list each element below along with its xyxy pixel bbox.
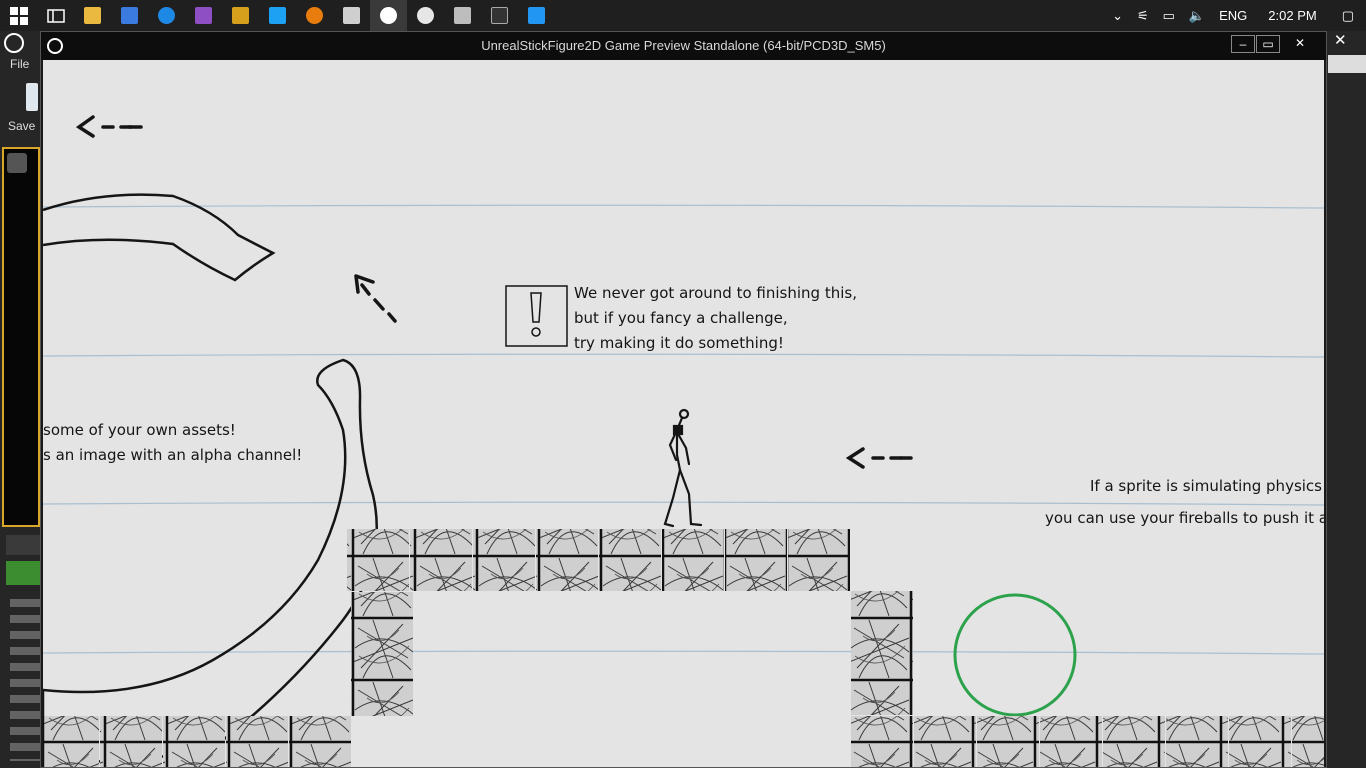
photos-icon (269, 7, 286, 24)
tile-block (788, 529, 850, 591)
unity-button[interactable] (333, 0, 370, 31)
editor-left-strip: File Save (0, 31, 41, 768)
unreal-editor-2-icon (417, 7, 434, 24)
task-view-icon (46, 8, 65, 23)
tile-block (851, 653, 913, 715)
sketch-icon (528, 7, 545, 24)
taskbar: ⌄ ⚟ ▭ 🔈 ENG 2:02 PM ▢ (0, 0, 1366, 31)
chevron-up-icon[interactable]: ⌄ (1112, 8, 1123, 24)
tile-block (914, 716, 976, 767)
tile-block (1229, 716, 1291, 767)
tile-block (1166, 716, 1228, 767)
unreal-editor-2-button[interactable] (407, 0, 444, 31)
language-indicator[interactable]: ENG (1219, 8, 1247, 23)
window-titlebar[interactable]: UnrealStickFigure2D Game Preview Standal… (41, 32, 1326, 60)
windows-start-button[interactable] (0, 0, 37, 31)
store-icon (121, 7, 138, 24)
tile-block (536, 529, 598, 591)
add-new-button[interactable] (6, 561, 41, 585)
store-button[interactable] (111, 0, 148, 31)
editor-close-icon[interactable]: ✕ (1334, 31, 1347, 49)
content-browser-tab[interactable] (6, 535, 41, 555)
tile-block (351, 592, 413, 654)
notice-line-3: try making it do something! (574, 334, 784, 352)
visual-studio-button[interactable] (185, 0, 222, 31)
sketch-button[interactable] (518, 0, 555, 31)
folder-tree (10, 591, 40, 761)
game-viewport[interactable]: We never got around to finishing this, b… (43, 60, 1324, 767)
file-explorer-button[interactable] (74, 0, 111, 31)
editor-viewport-border (2, 147, 40, 527)
tile-block (43, 716, 99, 767)
physics-line-1: If a sprite is simulating physics (1090, 477, 1322, 495)
tile-block (599, 529, 661, 591)
document-button[interactable] (444, 0, 481, 31)
windows-start-icon (9, 6, 28, 25)
assets-line-1: some of your own assets! (43, 421, 236, 439)
file-explorer-icon (84, 7, 101, 24)
tile-block (473, 529, 535, 591)
paper-background (43, 60, 1324, 767)
game-scene (43, 60, 1324, 767)
search-icon[interactable] (1328, 55, 1366, 73)
minimize-button[interactable]: – (1231, 35, 1255, 53)
tile-block (351, 654, 413, 716)
visual-studio-icon (195, 7, 212, 24)
save-button[interactable]: Save (8, 119, 35, 133)
window-title: UnrealStickFigure2D Game Preview Standal… (481, 38, 886, 53)
battery-icon[interactable]: ▭ (1163, 8, 1175, 24)
tile-block (662, 529, 724, 591)
notice-line-2: but if you fancy a challenge, (574, 309, 788, 327)
tile-block (347, 529, 409, 591)
document-icon (454, 7, 471, 24)
tile-block (289, 716, 351, 767)
tile-block (1292, 716, 1324, 767)
app-button[interactable] (222, 0, 259, 31)
blender-icon (306, 7, 323, 24)
physics-line-2: you can use your fireballs to push it a (1045, 509, 1324, 527)
app-icon (232, 7, 249, 24)
blender-button[interactable] (296, 0, 333, 31)
tile-block (851, 591, 913, 653)
unreal-logo-icon (4, 33, 24, 53)
task-view-button[interactable] (37, 0, 74, 31)
editor-right-strip: ✕ (1326, 31, 1366, 768)
epic-games-icon (491, 7, 508, 24)
edge-icon (158, 7, 175, 24)
assets-line-2: s an image with an alpha channel! (43, 446, 303, 464)
notice-line-1: We never got around to finishing this, (574, 284, 857, 302)
edge-button[interactable] (148, 0, 185, 31)
system-tray: ⌄ ⚟ ▭ 🔈 ENG 2:02 PM ▢ (1105, 0, 1366, 31)
tile-block (226, 716, 288, 767)
dropdown-icon[interactable] (7, 153, 27, 173)
network-icon[interactable]: ⚟ (1137, 8, 1149, 24)
unreal-editor-icon (380, 7, 397, 24)
tile-block (725, 529, 787, 591)
tile-block (163, 716, 225, 767)
save-icon[interactable] (26, 83, 38, 111)
close-button[interactable]: ✕ (1286, 35, 1314, 53)
notification-icon[interactable]: ▢ (1342, 8, 1354, 24)
tile-block (851, 716, 913, 767)
clock[interactable]: 2:02 PM (1268, 8, 1316, 23)
tile-block (977, 716, 1039, 767)
tile-block (1040, 716, 1102, 767)
maximize-button[interactable]: ▭ (1256, 35, 1280, 53)
photos-button[interactable] (259, 0, 296, 31)
tile-block (1103, 716, 1165, 767)
unreal-editor-button[interactable] (370, 0, 407, 31)
volume-icon[interactable]: 🔈 (1189, 8, 1205, 24)
game-preview-window: UnrealStickFigure2D Game Preview Standal… (40, 31, 1327, 768)
file-menu[interactable]: File (10, 57, 29, 71)
unity-icon (343, 7, 360, 24)
tile-block (410, 529, 472, 591)
epic-games-button[interactable] (481, 0, 518, 31)
tile-block (100, 716, 162, 767)
